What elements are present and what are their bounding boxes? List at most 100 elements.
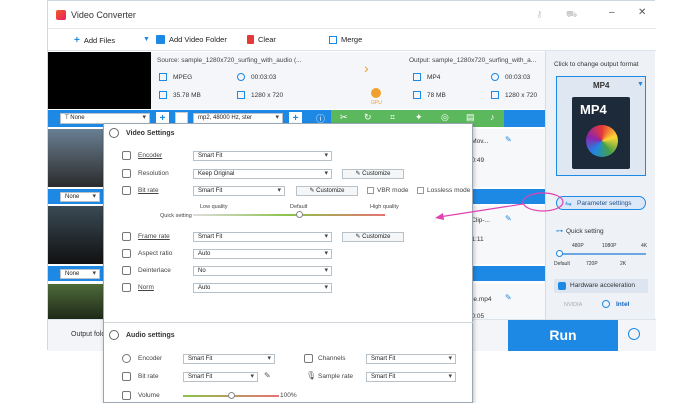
vbr-label: VBR mode [377,187,409,194]
video-encoder-select[interactable]: Smart Fit [193,151,332,161]
source-format: MPEG [173,74,193,81]
tick-label: Default [554,261,570,267]
norm-label: Norm [138,284,154,291]
format-icon [159,73,167,81]
deinterlace-select[interactable]: No [193,266,332,276]
title-bar: Video Converter ⚷ ⛟ – ✕ [48,1,656,29]
aspect-ratio-select[interactable]: Auto [193,249,332,259]
alarm-clock-icon[interactable] [628,328,640,340]
output-format-panel: Click to change output format MP4 ▼ MP4 … [545,51,655,319]
tick-label: 1080P [602,243,617,249]
parameter-settings-button[interactable]: ⇋ Parameter settings [556,196,646,210]
quality-slider[interactable] [558,253,646,255]
deinterlace-icon [122,266,131,275]
chevron-down-icon: ▼ [637,81,644,88]
audio-edit-icon[interactable]: ♪ [490,112,495,122]
audio-bitrate-select[interactable]: Smart Fit [183,372,258,382]
tick-label: 720P [586,261,598,267]
gpu-label: GPU [371,100,382,106]
norm-icon [122,283,131,292]
minimize-icon[interactable]: – [609,7,615,18]
subtitle-select[interactable]: None [60,192,100,202]
add-video-folder-button[interactable]: Add Video Folder [156,35,227,44]
pencil-icon[interactable]: ✎ [264,371,271,380]
tick-label: 480P [572,243,584,249]
channels-value: Smart Fit [371,356,396,362]
default-quality-label: Default [290,204,308,210]
settings-dialog: Video Settings Encoder Smart Fit Resolut… [103,123,474,403]
close-icon[interactable]: ✕ [638,7,646,18]
chevron-down-icon[interactable]: ▼ [143,36,150,43]
encoder-label: Encoder [138,152,163,159]
volume-value: 100% [280,392,297,399]
effects-icon[interactable]: ✦ [415,112,423,123]
slider-handle[interactable] [556,250,563,257]
arrow-divider-icon: › [364,60,369,76]
customize-label: Customize [362,234,391,240]
video-thumbnail[interactable] [48,129,103,187]
crop-icon[interactable]: ⌗ [390,112,395,123]
resolution-icon [122,169,131,178]
parameter-settings-label: Parameter settings [577,200,632,207]
edit-icon[interactable]: ✎ [505,293,512,302]
run-button[interactable]: Run [508,320,618,351]
watermark-icon[interactable]: ◎ [441,112,449,123]
output-size: 78 MB [427,92,446,99]
merge-label: Merge [341,35,363,44]
quick-setting-label: Quick setting [566,228,604,235]
norm-select[interactable]: Auto [193,283,332,293]
sample-rate-select[interactable]: Smart Fit [366,372,456,382]
format-selector[interactable]: MP4 ▼ MP4 [556,76,646,176]
app-logo-icon [56,10,66,20]
merge-icon [329,35,337,44]
bitrate-customize-button[interactable]: ✎ Customize [296,186,358,196]
rotate-icon[interactable]: ↻ [364,112,372,123]
slider-handle[interactable] [228,392,235,399]
bitrate-value: Smart Fit [198,188,223,194]
hardware-acceleration-row[interactable]: Hardware acceleration [554,279,648,293]
tick-label: 2K [620,261,627,267]
quality-slider[interactable] [193,214,385,216]
video-encoder-value: Smart Fit [198,153,223,159]
subtitle-select[interactable]: None [60,269,100,279]
bitrate-select[interactable]: Smart Fit [193,186,285,196]
merge-button[interactable]: Merge [329,35,362,44]
encoder-icon [122,151,131,160]
cut-icon[interactable]: ✂ [340,112,348,123]
key-icon[interactable]: ⚷ [536,9,543,20]
lossless-checkbox[interactable] [417,187,424,194]
slider-handle[interactable] [296,211,303,218]
film-reel-icon [586,125,618,157]
vbr-checkbox[interactable] [367,187,374,194]
video-settings-title: Video Settings [126,130,175,137]
clear-button[interactable]: Clear [247,35,276,44]
cart-icon[interactable]: ⛟ [566,9,577,21]
trash-icon [247,35,254,44]
video-thumbnail[interactable] [48,206,103,264]
resolution-select[interactable]: Keep Original [193,169,332,179]
frame-rate-select[interactable]: Smart Fit [193,232,332,242]
audio-encoder-select[interactable]: Smart Fit [183,354,275,364]
format-thumb-text: MP4 [580,102,607,117]
customize-label: Customize [362,171,391,177]
quick-setting-label: Quick setting [160,213,192,219]
customize-label: Customize [316,188,345,194]
frame-rate-customize-button[interactable]: ✎ Customize [342,232,404,242]
microphone-icon: 🎙 [306,371,317,380]
resolution-customize-button[interactable]: ✎ Customize [342,169,404,179]
add-files-button[interactable]: + Add Files [74,35,115,46]
tick-label: 4K [641,243,648,249]
audio-encoder-label: Encoder [138,355,163,362]
norm-value: Auto [198,285,211,291]
sample-rate-value: Smart Fit [371,374,396,380]
resolution-icon [491,91,499,99]
subtitle-edit-icon[interactable]: ▤ [466,112,475,123]
intel-checkbox-icon[interactable] [602,300,610,308]
frame-rate-icon [122,232,131,241]
volume-icon [122,391,131,400]
nvidia-logo: NVIDIA [564,302,583,308]
channels-select[interactable]: Smart Fit [366,354,456,364]
edit-icon[interactable]: ✎ [505,135,512,144]
video-thumbnail[interactable] [48,52,151,109]
video-thumbnail[interactable] [48,284,103,319]
